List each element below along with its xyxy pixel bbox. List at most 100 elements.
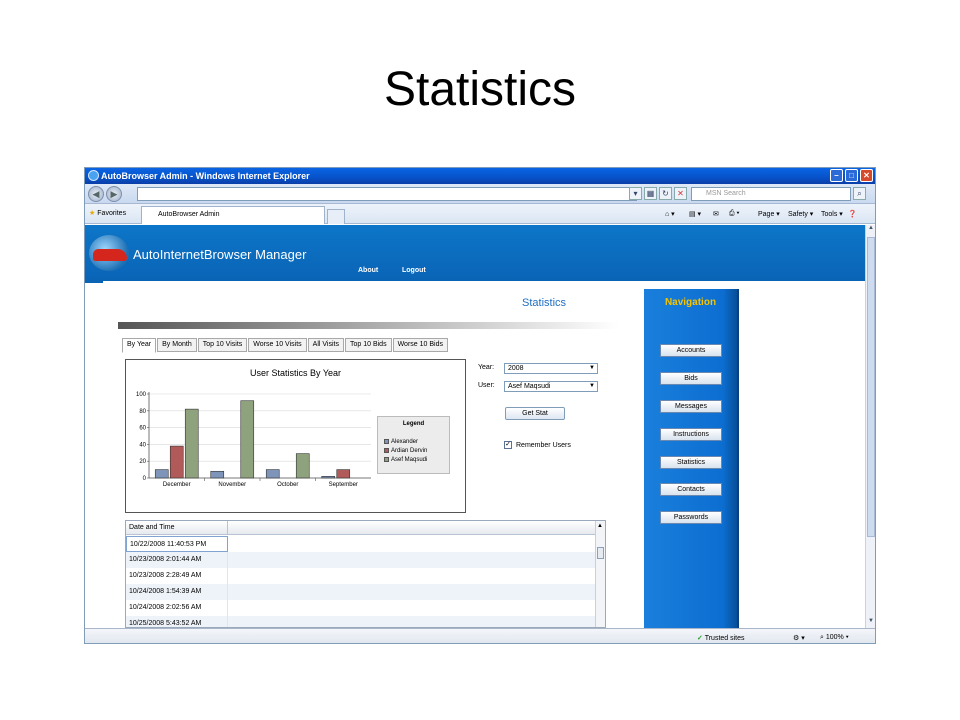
minimize-button[interactable]: – <box>830 169 843 182</box>
x-tick-label: November <box>218 482 246 488</box>
back-icon[interactable]: ◀ <box>88 186 104 202</box>
favorites-button[interactable]: ★ Favorites <box>89 209 126 217</box>
help-icon[interactable]: ❓ <box>848 210 857 218</box>
nav-messages-button[interactable]: Messages <box>660 400 722 413</box>
nav-accounts-button[interactable]: Accounts <box>660 344 722 357</box>
search-input[interactable]: MSN Search <box>691 187 851 201</box>
visits-grid: Date and Time 10/22/2008 11:40:53 PM 10/… <box>125 520 606 628</box>
y-tick-label: 60 <box>139 426 146 432</box>
maximize-button[interactable]: □ <box>845 169 858 182</box>
dropdown-icon[interactable]: ▾ <box>629 187 642 200</box>
bar-alexander <box>154 469 169 479</box>
nav-contacts-button[interactable]: Contacts <box>660 483 722 496</box>
app-banner: AutoInternetBrowser Manager About Logout <box>85 225 867 283</box>
user-select[interactable]: Asef Maqsudi ▼ <box>504 381 598 392</box>
legend-swatch <box>384 448 389 453</box>
tab-worse-10-visits[interactable]: Worse 10 Visits <box>248 338 307 352</box>
page-content: AutoInternetBrowser Manager About Logout… <box>85 225 867 628</box>
legend-title: Legend <box>402 421 425 427</box>
chevron-down-icon: ▼ <box>589 383 595 389</box>
get-stat-button[interactable]: Get Stat <box>505 407 565 420</box>
y-tick-label: 40 <box>139 442 146 448</box>
bar-asef-maqsudi <box>295 453 310 479</box>
nav-statistics-button[interactable]: Statistics <box>660 456 722 469</box>
safety-menu[interactable]: Safety ▾ <box>788 210 813 218</box>
legend-item: Asef Maqsudi <box>384 457 427 463</box>
menu-about[interactable]: About <box>358 267 378 274</box>
y-tick-label: 80 <box>139 409 146 415</box>
table-row[interactable]: 10/24/2008 2:02:56 AM <box>126 600 596 616</box>
page-scrollbar[interactable]: ▲ ▼ <box>865 225 875 628</box>
bar-alexander <box>265 469 280 479</box>
stop-icon[interactable]: ✕ <box>674 187 687 200</box>
page-menu[interactable]: Page ▾ <box>758 210 780 218</box>
table-row[interactable]: 10/25/2008 5:43:52 AM <box>126 616 596 627</box>
x-tick-label: December <box>163 482 191 488</box>
stats-tabs: By Year By Month Top 10 Visits Worse 10 … <box>122 338 449 353</box>
table-cell: 10/25/2008 5:43:52 AM <box>126 616 228 627</box>
menu-logout[interactable]: Logout <box>402 267 426 274</box>
zoom-control[interactable]: ⌕ 100% ▾ <box>820 634 849 642</box>
bar-alexander <box>210 470 225 479</box>
legend-item: Alexander <box>384 439 418 445</box>
new-tab-button[interactable] <box>327 209 345 224</box>
legend-swatch <box>384 457 389 462</box>
y-tick-label: 100 <box>136 392 147 398</box>
year-label: Year: <box>478 364 495 371</box>
year-select[interactable]: 2008 ▼ <box>504 363 598 374</box>
browser-window: AutoBrowser Admin - Windows Internet Exp… <box>84 167 876 644</box>
url-input[interactable] <box>137 187 637 201</box>
compat-icon[interactable]: ▦ <box>644 187 657 200</box>
y-tick-label: 0 <box>143 476 147 482</box>
tab-by-year[interactable]: By Year <box>122 338 157 353</box>
navigation-panel: Navigation Accounts Bids Messages Instru… <box>644 289 739 628</box>
scroll-down-icon[interactable]: ▼ <box>866 618 875 628</box>
scroll-up-icon[interactable]: ▲ <box>597 523 603 529</box>
print-icon[interactable]: ⎙ ▾ <box>729 210 740 218</box>
scroll-up-icon[interactable]: ▲ <box>866 225 875 235</box>
chevron-down-icon: ▼ <box>589 365 595 371</box>
tab-worse-10-bids[interactable]: Worse 10 Bids <box>392 338 448 352</box>
tools-menu[interactable]: Tools ▾ <box>821 210 843 218</box>
feeds-icon[interactable]: ▤ ▾ <box>689 210 701 218</box>
heading-divider <box>118 322 618 329</box>
bar-asef-maqsudi <box>240 400 255 479</box>
grid-scroll-thumb[interactable] <box>597 547 604 559</box>
table-row[interactable]: 10/23/2008 2:01:44 AM <box>126 552 596 568</box>
legend-item: Ardian Dervin <box>384 448 427 454</box>
table-cell: 10/22/2008 11:40:53 PM <box>126 536 228 552</box>
remember-users-checkbox[interactable]: ✓ <box>504 441 512 449</box>
tab-top-10-bids[interactable]: Top 10 Bids <box>344 338 392 352</box>
mail-icon[interactable]: ✉ <box>713 210 719 218</box>
tab-top-10-visits[interactable]: Top 10 Visits <box>197 338 248 352</box>
status-bar: ✓ Trusted sites ⚙ ▾ ⌕ 100% ▾ <box>85 628 875 643</box>
bar-asef-maqsudi <box>184 408 199 479</box>
protected-mode-icon[interactable]: ⚙ ▾ <box>793 634 805 642</box>
page-scroll-thumb[interactable] <box>867 237 875 537</box>
nav-passwords-button[interactable]: Passwords <box>660 511 722 524</box>
browser-tab[interactable]: AutoBrowser Admin <box>141 206 325 224</box>
search-icon[interactable]: ⌕ <box>853 187 866 200</box>
table-row[interactable]: 10/23/2008 2:28:49 AM <box>126 568 596 584</box>
tab-all-visits[interactable]: All Visits <box>307 338 344 352</box>
page-heading: Statistics <box>522 297 567 309</box>
home-icon[interactable]: ⌂ ▾ <box>665 210 675 218</box>
column-header-date[interactable]: Date and Time <box>126 521 228 535</box>
table-row[interactable]: 10/22/2008 11:40:53 PM <box>126 536 596 552</box>
tab-by-month[interactable]: By Month <box>157 338 197 352</box>
table-row[interactable]: 10/24/2008 1:54:39 AM <box>126 584 596 600</box>
forward-icon[interactable]: ▶ <box>106 186 122 202</box>
nav-instructions-button[interactable]: Instructions <box>660 428 722 441</box>
refresh-icon[interactable]: ↻ <box>659 187 672 200</box>
bar-alexander <box>321 476 336 479</box>
nav-bids-button[interactable]: Bids <box>660 372 722 385</box>
chart-panel: User Statistics By Year 0 20 40 60 80 100 Dece… <box>125 359 466 513</box>
check-icon: ✓ <box>697 635 703 642</box>
close-button[interactable]: ✕ <box>860 169 873 182</box>
grid-scrollbar[interactable]: ▲ <box>595 521 605 627</box>
favorites-bar: ★ Favorites AutoBrowser Admin ⌂ ▾ ▤ ▾ ✉ ⎙… <box>85 204 875 224</box>
table-cell: 10/23/2008 2:28:49 AM <box>126 568 228 584</box>
star-icon: ★ <box>89 210 96 217</box>
y-tick-label: 20 <box>139 459 146 465</box>
bar-ardian-dervin <box>336 469 351 479</box>
